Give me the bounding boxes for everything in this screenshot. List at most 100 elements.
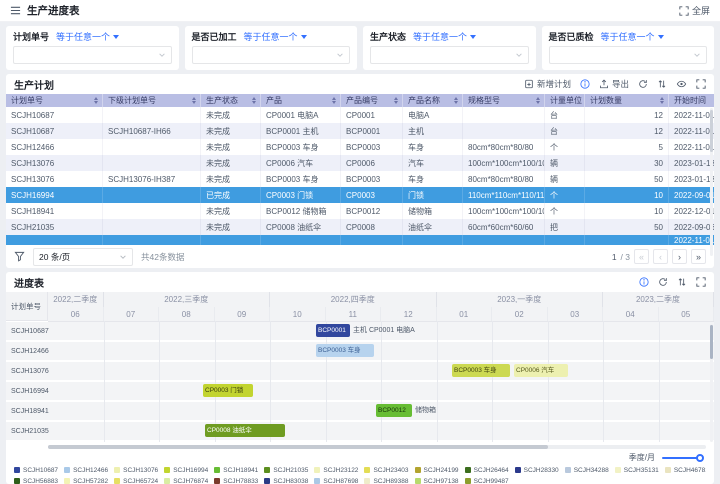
gantt-card: 进度表 计划单号 2022,二季度2022,三季度2022,四季度2023,一季…	[6, 272, 714, 484]
column-header[interactable]: 下级计划单号	[103, 94, 201, 107]
filter-select-plan-no[interactable]	[13, 46, 172, 64]
info-icon	[639, 277, 649, 287]
gantt-row-track: CP0003 门锁	[48, 382, 714, 400]
column-header[interactable]: 计划单号	[6, 94, 103, 107]
table-row[interactable]: SCJH13076SCJH13076-IH387未完成BCP0003 车身BCP…	[6, 171, 714, 187]
table-cell	[103, 155, 201, 171]
column-header[interactable]: 规格型号	[463, 94, 545, 107]
table-row[interactable]: SCJH12466未完成BCP0003 车身BCP0003车身80cm*80cm…	[6, 139, 714, 155]
scale-toggle-label: 季度/月	[629, 452, 655, 463]
column-header[interactable]: 产品名称	[403, 94, 463, 107]
caret-down-icon	[113, 35, 119, 39]
menu-list-icon[interactable]	[10, 5, 21, 16]
filter-funnel-icon[interactable]	[14, 251, 25, 262]
filter-operator-link[interactable]: 等于任意一个	[56, 30, 119, 43]
table-cell	[463, 107, 545, 123]
gantt-info-button[interactable]	[639, 277, 649, 287]
gantt-vertical-scrollbar[interactable]	[710, 324, 713, 442]
legend-code: SCJH35131	[624, 467, 659, 474]
legend-item: SCJH13076	[114, 467, 158, 474]
legend-color-swatch	[565, 467, 571, 473]
table-row-partial[interactable]: 2022-11-01	[6, 235, 714, 245]
gantt-sort-button[interactable]	[677, 277, 687, 287]
table-row[interactable]: SCJH18941未完成BCP0012 储物箱BCP0012储物箱100cm*1…	[6, 203, 714, 219]
legend-color-swatch	[64, 467, 70, 473]
filter-operator-link[interactable]: 等于任意一个	[413, 30, 476, 43]
table-row[interactable]: SCJH13076未完成CP0006 汽车CP0006汽车100cm*100cm…	[6, 155, 714, 171]
info-button[interactable]	[580, 79, 590, 89]
last-page-button[interactable]: »	[691, 249, 706, 264]
gantt-month-row: 060708091011120102030405	[48, 307, 714, 322]
gantt-bar[interactable]: BCP0003 车身	[316, 344, 374, 357]
legend-item: SCJH28330	[515, 467, 559, 474]
add-plan-button[interactable]: 新增计划	[524, 78, 571, 90]
table-row[interactable]: SCJH10687未完成CP0001 电脑ACP0001电脑A台122022-1…	[6, 107, 714, 123]
filter-operator-link[interactable]: 等于任意一个	[601, 30, 664, 43]
gantt-bar[interactable]: CP0006 汽车	[514, 364, 568, 377]
month-header-cell: 02	[492, 307, 548, 321]
table-cell: 50	[585, 171, 669, 187]
table-row[interactable]: SCJH16994已完成CP0003 门锁CP0003门锁110cm*110cm…	[6, 187, 714, 203]
first-page-button[interactable]: «	[634, 249, 649, 264]
column-visibility-button[interactable]	[676, 79, 687, 89]
quarter-header-cell: 2022,二季度	[48, 292, 104, 307]
gantt-bar[interactable]: BCP0003 车身	[452, 364, 510, 377]
legend-code: SCJH10687	[23, 467, 58, 474]
column-header[interactable]: 计划数量	[585, 94, 669, 107]
legend-code: SCJH26464	[474, 467, 509, 474]
filter-select-inspected[interactable]	[549, 46, 708, 64]
filter-operator-link[interactable]: 等于任意一个	[244, 30, 307, 43]
gantt-row: SCJH13076BCP0003 车身CP0006 汽车	[6, 362, 714, 382]
gantt-horizontal-scrollbar[interactable]	[48, 445, 706, 449]
legend-item: SCJH21035	[264, 467, 308, 474]
table-cell: 30	[585, 155, 669, 171]
prev-page-button[interactable]: ‹	[653, 249, 668, 264]
legend-item: SCJH89388	[364, 478, 408, 484]
legend-color-swatch	[164, 467, 170, 473]
slider-knob[interactable]	[696, 454, 704, 462]
legend-item: SCJH35131	[615, 467, 659, 474]
table-cell: BCP0001	[341, 123, 403, 139]
export-button[interactable]: 导出	[599, 78, 629, 90]
table-cell: CP0003 门锁	[261, 187, 341, 203]
column-header[interactable]: 产品编号	[341, 94, 403, 107]
table-row[interactable]: SCJH21035未完成CP0008 油纸伞CP0008油纸伞60cm*60cm…	[6, 219, 714, 235]
gantt-bar[interactable]: BCP0012	[376, 404, 412, 417]
gantt-bar[interactable]: BCP0001	[316, 324, 350, 337]
gantt-fullscreen-button[interactable]	[696, 277, 706, 287]
filter-select-status[interactable]	[370, 46, 529, 64]
column-header-label: 产品名称	[408, 95, 440, 106]
refresh-button[interactable]	[638, 79, 648, 89]
table-cell: SCJH18941	[6, 203, 103, 219]
table-cell: CP0001 电脑A	[261, 107, 341, 123]
legend-code: SCJH83038	[273, 478, 308, 484]
gantt-row-label: SCJH16994	[6, 382, 48, 400]
gantt-refresh-button[interactable]	[658, 277, 668, 287]
sort-rows-button[interactable]	[657, 79, 667, 89]
column-header[interactable]: 产品	[261, 94, 341, 107]
table-fullscreen-button[interactable]	[696, 79, 706, 89]
column-header[interactable]: 开始时间	[669, 94, 714, 107]
fullscreen-icon	[696, 277, 706, 287]
fullscreen-button[interactable]: 全屏	[679, 4, 710, 17]
table-cell	[463, 123, 545, 139]
legend-color-swatch	[214, 478, 220, 484]
column-header[interactable]: 生产状态	[201, 94, 261, 107]
gantt-bar[interactable]: CP0008 油纸伞	[205, 424, 285, 437]
table-cell: CP0008 油纸伞	[261, 219, 341, 235]
table-cell: 未完成	[201, 171, 261, 187]
legend-item: SCJH76874	[164, 478, 208, 484]
table-vertical-scrollbar[interactable]	[710, 108, 713, 256]
filter-select-processed[interactable]	[192, 46, 351, 64]
page-size-select[interactable]: 20 条/页	[33, 248, 133, 266]
column-header[interactable]: 计量单位	[545, 94, 585, 107]
column-header-label: 下级计划单号	[108, 95, 156, 106]
next-page-button[interactable]: ›	[672, 249, 687, 264]
month-header-cell: 09	[215, 307, 271, 321]
scale-slider[interactable]	[662, 457, 702, 459]
column-header-label: 产品编号	[346, 95, 378, 106]
gantt-bar[interactable]: CP0003 门锁	[203, 384, 253, 397]
legend-color-swatch	[615, 467, 621, 473]
gantt-bar-caption: 储物箱	[415, 404, 436, 417]
table-row[interactable]: SCJH10687SCJH10687-IH66未完成BCP0001 主机BCP0…	[6, 123, 714, 139]
